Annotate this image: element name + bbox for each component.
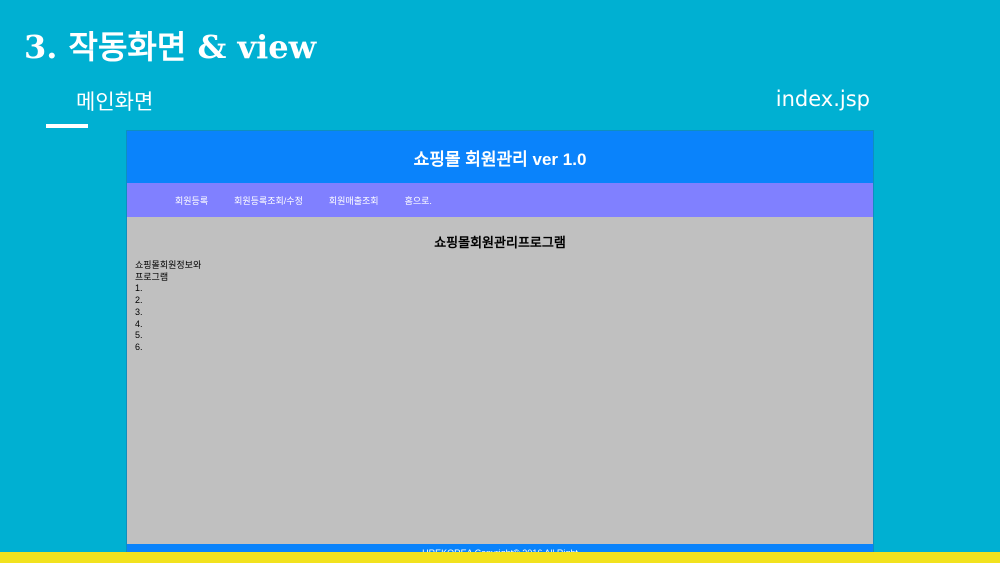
body-line: 5. <box>135 330 143 341</box>
main-body-text: 쇼핑몰회원정보와 프로그램 1. 2. 3. 4. 5. 6. <box>135 260 201 354</box>
nav-link-member-register[interactable]: 회원등록 <box>175 194 208 207</box>
slide-title: 3. 작동화면 & view <box>24 28 317 66</box>
slide-subtitle: 메인화면 <box>76 90 154 114</box>
body-line: 6. <box>135 341 143 352</box>
nav-link-home[interactable]: 홈으로. <box>405 194 432 207</box>
body-line: 쇼핑몰회원정보와 <box>135 260 202 270</box>
body-line: 3. <box>135 306 143 317</box>
main-heading: 쇼핑몰회원관리프로그램 <box>434 235 566 250</box>
slide-filename: index.jsp <box>775 87 870 111</box>
app-nav: 회원등록 회원등록조회/수정 회원매출조회 홈으로. <box>127 183 873 217</box>
app-main-content: 쇼핑몰회원관리프로그램 쇼핑몰회원정보와 프로그램 1. 2. 3. 4. 5.… <box>127 217 873 543</box>
body-line: 2. <box>135 295 143 306</box>
app-header-title: 쇼핑몰 회원관리 ver 1.0 <box>413 149 587 169</box>
body-line: 프로그램 <box>135 271 169 282</box>
app-screenshot: 쇼핑몰 회원관리 ver 1.0 회원등록 회원등록조회/수정 회원매출조회 홈… <box>127 131 873 563</box>
bottom-accent-band <box>0 552 1000 563</box>
body-line: 4. <box>135 318 143 329</box>
body-line: 1. <box>135 283 143 294</box>
accent-line <box>46 124 88 128</box>
nav-link-member-sales[interactable]: 회원매출조회 <box>329 194 379 207</box>
nav-link-member-list-edit[interactable]: 회원등록조회/수정 <box>234 194 303 207</box>
app-header: 쇼핑몰 회원관리 ver 1.0 <box>127 131 873 183</box>
